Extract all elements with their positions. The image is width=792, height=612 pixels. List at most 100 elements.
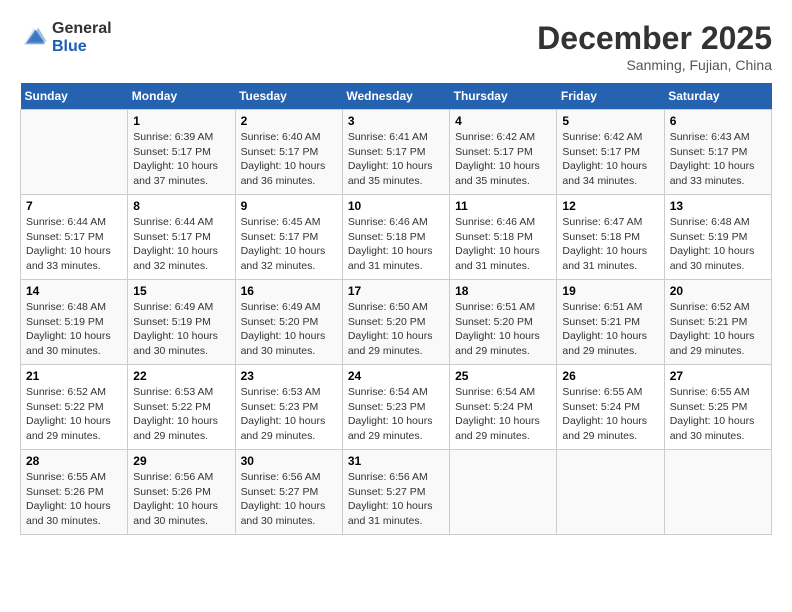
calendar-cell: 31Sunrise: 6:56 AM Sunset: 5:27 PM Dayli… (342, 450, 449, 535)
day-number: 12 (562, 199, 658, 213)
calendar-cell: 29Sunrise: 6:56 AM Sunset: 5:26 PM Dayli… (128, 450, 235, 535)
day-info: Sunrise: 6:55 AM Sunset: 5:26 PM Dayligh… (26, 470, 122, 529)
day-number: 4 (455, 114, 551, 128)
day-info: Sunrise: 6:49 AM Sunset: 5:20 PM Dayligh… (241, 300, 337, 359)
calendar-cell: 7 Sunrise: 6:44 AM Sunset: 5:17 PM Daylig… (21, 195, 128, 280)
day-number: 3 (348, 114, 444, 128)
page-header: General Blue December 2025 Sanming, Fuji… (20, 20, 772, 73)
calendar-cell: 18Sunrise: 6:51 AM Sunset: 5:20 PM Dayli… (450, 280, 557, 365)
day-info: Sunrise: 6:54 AM Sunset: 5:24 PM Dayligh… (455, 385, 551, 444)
day-info: Sunrise: 6:42 AM Sunset: 5:17 PM Dayligh… (562, 130, 658, 189)
day-number: 13 (670, 199, 766, 213)
calendar-cell: 30Sunrise: 6:56 AM Sunset: 5:27 PM Dayli… (235, 450, 342, 535)
calendar-cell: 21 Sunrise: 6:52 AM Sunset: 5:22 PM Dayli… (21, 365, 128, 450)
day-number: 2 (241, 114, 337, 128)
day-number: 27 (670, 369, 766, 383)
calendar-cell: 5Sunrise: 6:42 AM Sunset: 5:17 PM Daylig… (557, 110, 664, 195)
calendar-cell: 27 Sunrise: 6:55 AM Sunset: 5:25 PM Dayli… (664, 365, 771, 450)
calendar-cell: 1 Sunrise: 6:39 AM Sunset: 5:17 PM Daylig… (128, 110, 235, 195)
day-info: Sunrise: 6:42 AM Sunset: 5:17 PM Dayligh… (455, 130, 551, 189)
day-number: 23 (241, 369, 337, 383)
day-info: Sunrise: 6:41 AM Sunset: 5:17 PM Dayligh… (348, 130, 444, 189)
day-info: Sunrise: 6:50 AM Sunset: 5:20 PM Dayligh… (348, 300, 444, 359)
day-header-thursday: Thursday (450, 83, 557, 110)
day-number: 25 (455, 369, 551, 383)
day-header-wednesday: Wednesday (342, 83, 449, 110)
day-number: 15 (133, 284, 229, 298)
calendar-week-1: 1 Sunrise: 6:39 AM Sunset: 5:17 PM Daylig… (21, 110, 772, 195)
day-number: 9 (241, 199, 337, 213)
day-number: 18 (455, 284, 551, 298)
day-header-sunday: Sunday (21, 83, 128, 110)
calendar-cell: 2 Sunrise: 6:40 AM Sunset: 5:17 PM Daylig… (235, 110, 342, 195)
calendar-cell: 15 Sunrise: 6:49 AM Sunset: 5:19 PM Dayli… (128, 280, 235, 365)
logo-text: General Blue (52, 20, 112, 55)
day-number: 6 (670, 114, 766, 128)
calendar-cell (450, 450, 557, 535)
day-info: Sunrise: 6:52 AM Sunset: 5:21 PM Dayligh… (670, 300, 766, 359)
day-number: 22 (133, 369, 229, 383)
logo-blue-text: Blue (52, 38, 112, 56)
day-number: 31 (348, 454, 444, 468)
calendar-cell: 24Sunrise: 6:54 AM Sunset: 5:23 PM Dayli… (342, 365, 449, 450)
calendar-cell (664, 450, 771, 535)
day-info: Sunrise: 6:48 AM Sunset: 5:19 PM Dayligh… (670, 215, 766, 274)
logo-general-text: General (52, 20, 112, 38)
calendar-cell: 10Sunrise: 6:46 AM Sunset: 5:18 PM Dayli… (342, 195, 449, 280)
day-info: Sunrise: 6:44 AM Sunset: 5:17 PM Dayligh… (26, 215, 122, 274)
location-text: Sanming, Fujian, China (537, 57, 772, 73)
calendar-cell: 8Sunrise: 6:44 AM Sunset: 5:17 PM Daylig… (128, 195, 235, 280)
logo-icon (20, 24, 48, 52)
calendar-week-4: 21 Sunrise: 6:52 AM Sunset: 5:22 PM Dayli… (21, 365, 772, 450)
calendar-cell: 11 Sunrise: 6:46 AM Sunset: 5:18 PM Dayli… (450, 195, 557, 280)
day-number: 29 (133, 454, 229, 468)
day-number: 1 (133, 114, 229, 128)
day-header-saturday: Saturday (664, 83, 771, 110)
calendar-cell: 26 Sunrise: 6:55 AM Sunset: 5:24 PM Dayli… (557, 365, 664, 450)
calendar-cell: 22 Sunrise: 6:53 AM Sunset: 5:22 PM Dayli… (128, 365, 235, 450)
calendar-cell: 28 Sunrise: 6:55 AM Sunset: 5:26 PM Dayli… (21, 450, 128, 535)
day-number: 14 (26, 284, 122, 298)
calendar-cell: 23 Sunrise: 6:53 AM Sunset: 5:23 PM Dayli… (235, 365, 342, 450)
calendar-week-5: 28 Sunrise: 6:55 AM Sunset: 5:26 PM Dayli… (21, 450, 772, 535)
day-header-tuesday: Tuesday (235, 83, 342, 110)
calendar-cell (21, 110, 128, 195)
day-info: Sunrise: 6:48 AM Sunset: 5:19 PM Dayligh… (26, 300, 122, 359)
day-info: Sunrise: 6:54 AM Sunset: 5:23 PM Dayligh… (348, 385, 444, 444)
logo: General Blue (20, 20, 112, 55)
day-info: Sunrise: 6:43 AM Sunset: 5:17 PM Dayligh… (670, 130, 766, 189)
calendar-cell: 19Sunrise: 6:51 AM Sunset: 5:21 PM Dayli… (557, 280, 664, 365)
calendar-cell: 3 Sunrise: 6:41 AM Sunset: 5:17 PM Daylig… (342, 110, 449, 195)
day-info: Sunrise: 6:53 AM Sunset: 5:22 PM Dayligh… (133, 385, 229, 444)
day-info: Sunrise: 6:55 AM Sunset: 5:24 PM Dayligh… (562, 385, 658, 444)
calendar-cell: 17 Sunrise: 6:50 AM Sunset: 5:20 PM Dayli… (342, 280, 449, 365)
day-info: Sunrise: 6:45 AM Sunset: 5:17 PM Dayligh… (241, 215, 337, 274)
day-number: 17 (348, 284, 444, 298)
calendar-cell: 4 Sunrise: 6:42 AM Sunset: 5:17 PM Daylig… (450, 110, 557, 195)
day-info: Sunrise: 6:46 AM Sunset: 5:18 PM Dayligh… (348, 215, 444, 274)
day-info: Sunrise: 6:44 AM Sunset: 5:17 PM Dayligh… (133, 215, 229, 274)
calendar-cell: 6 Sunrise: 6:43 AM Sunset: 5:17 PM Daylig… (664, 110, 771, 195)
day-number: 7 (26, 199, 122, 213)
day-number: 20 (670, 284, 766, 298)
day-info: Sunrise: 6:51 AM Sunset: 5:21 PM Dayligh… (562, 300, 658, 359)
calendar-cell: 12 Sunrise: 6:47 AM Sunset: 5:18 PM Dayli… (557, 195, 664, 280)
day-number: 11 (455, 199, 551, 213)
calendar-week-3: 14 Sunrise: 6:48 AM Sunset: 5:19 PM Dayli… (21, 280, 772, 365)
day-info: Sunrise: 6:55 AM Sunset: 5:25 PM Dayligh… (670, 385, 766, 444)
month-title: December 2025 (537, 20, 772, 57)
day-number: 21 (26, 369, 122, 383)
day-info: Sunrise: 6:47 AM Sunset: 5:18 PM Dayligh… (562, 215, 658, 274)
title-section: December 2025 Sanming, Fujian, China (537, 20, 772, 73)
day-info: Sunrise: 6:49 AM Sunset: 5:19 PM Dayligh… (133, 300, 229, 359)
day-info: Sunrise: 6:39 AM Sunset: 5:17 PM Dayligh… (133, 130, 229, 189)
day-info: Sunrise: 6:40 AM Sunset: 5:17 PM Dayligh… (241, 130, 337, 189)
day-info: Sunrise: 6:56 AM Sunset: 5:27 PM Dayligh… (241, 470, 337, 529)
calendar-cell (557, 450, 664, 535)
day-info: Sunrise: 6:46 AM Sunset: 5:18 PM Dayligh… (455, 215, 551, 274)
day-info: Sunrise: 6:53 AM Sunset: 5:23 PM Dayligh… (241, 385, 337, 444)
calendar-cell: 9 Sunrise: 6:45 AM Sunset: 5:17 PM Daylig… (235, 195, 342, 280)
day-number: 28 (26, 454, 122, 468)
day-info: Sunrise: 6:52 AM Sunset: 5:22 PM Dayligh… (26, 385, 122, 444)
day-number: 26 (562, 369, 658, 383)
